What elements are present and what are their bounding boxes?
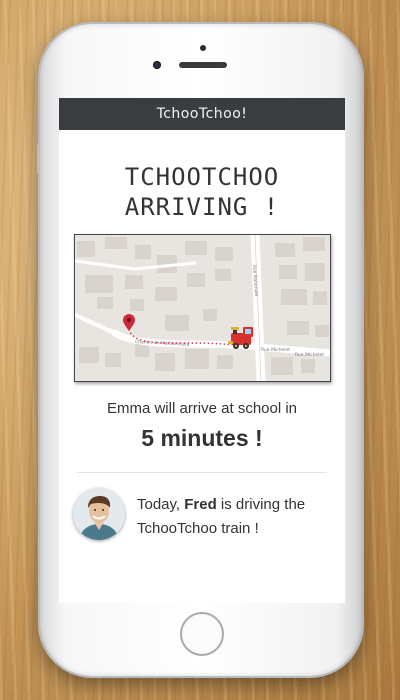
divider (77, 472, 327, 473)
avatar (73, 488, 125, 540)
navbar-title: TchooTchoo! (156, 106, 248, 122)
street-label-2: Rue Michelet (295, 352, 324, 358)
driver-message: Today, Fred is driving the TchooTchoo tr… (137, 493, 327, 541)
street-label-1: Rue Michelet (261, 347, 290, 353)
app-screen: TchooTchoo! TCHOOTCHOO ARRIVING ! Rue Mi… (59, 98, 345, 603)
driver-avatar-icon (73, 488, 125, 540)
volume-button (37, 144, 40, 174)
map-graphic: Rue Michelet Rue Michelet Chemin de Marb… (74, 235, 330, 381)
phone-frame: TchooTchoo! TCHOOTCHOO ARRIVING ! Rue Mi… (37, 24, 362, 676)
home-button[interactable] (180, 612, 224, 656)
location-pin-icon (122, 314, 135, 331)
title-line-2: ARRIVING ! (124, 193, 280, 221)
map-view[interactable]: Rue Michelet Rue Michelet Chemin de Marb… (73, 234, 331, 382)
title-line-1: TCHOOTCHOO (124, 163, 280, 191)
driver-name: Fred (184, 496, 217, 513)
earpiece-speaker (179, 62, 227, 68)
proximity-sensor (200, 45, 206, 51)
arrival-message: Emma will arrive at school in (106, 400, 298, 417)
navbar: TchooTchoo! (59, 98, 345, 130)
driver-prefix: Today, (137, 496, 185, 513)
page-title: TCHOOTCHOO ARRIVING ! (59, 162, 345, 222)
driver-info: Today, Fred is driving the TchooTchoo tr… (73, 488, 345, 541)
front-camera-icon (153, 61, 161, 69)
eta-value: 5 minutes ! (141, 425, 263, 451)
